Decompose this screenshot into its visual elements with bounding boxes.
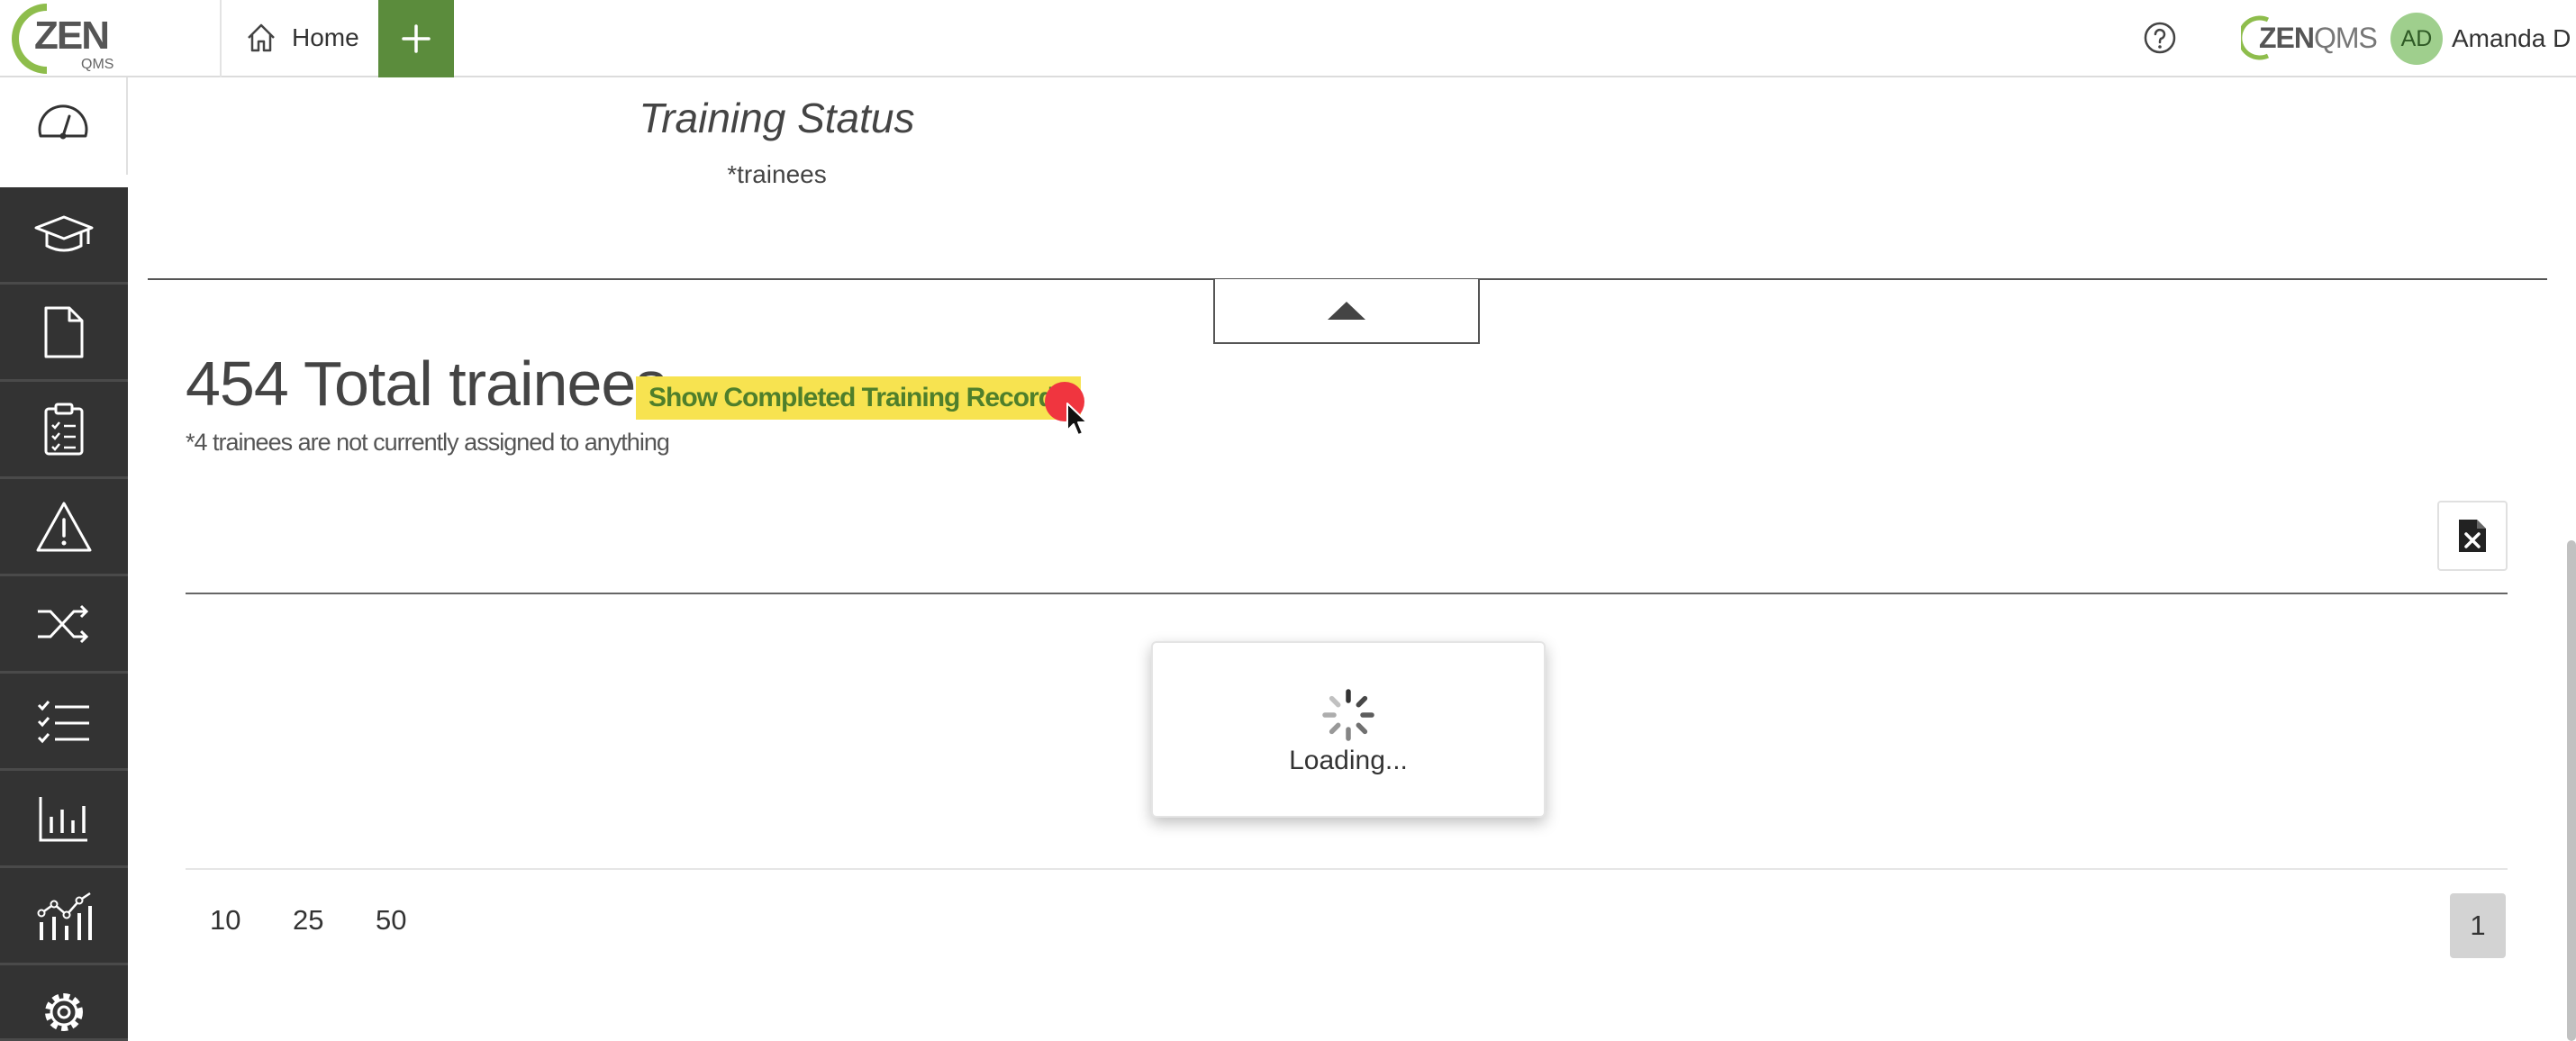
sidebar-item-audits[interactable]: [0, 382, 128, 479]
shuffle-icon: [38, 604, 89, 643]
logo-separator: [220, 0, 222, 77]
logo-text: ZEN: [34, 14, 108, 58]
section-title: Training Status: [639, 95, 915, 141]
plus-icon: [402, 24, 431, 53]
line-bar-chart-icon: [37, 892, 92, 940]
home-icon: [248, 23, 275, 52]
logo-subtext: QMS: [81, 57, 113, 72]
section-subtitle: *trainees: [727, 160, 827, 188]
sidebar-item-documents[interactable]: [0, 285, 128, 382]
table-footer-divider: [186, 868, 2508, 870]
scrollbar-thumb[interactable]: [2567, 540, 2576, 1041]
loading-spinner-icon: [1322, 689, 1374, 741]
brand-logo-small: ZEN QMS: [2241, 14, 2378, 61]
help-icon[interactable]: [2142, 20, 2178, 56]
excel-file-icon: [2459, 520, 2486, 552]
home-tab[interactable]: Home: [243, 0, 359, 76]
page-size-option[interactable]: 50: [376, 904, 406, 937]
sidebar-item-reports[interactable]: [0, 771, 128, 868]
sidebar-item-training[interactable]: [0, 187, 128, 285]
top-bar: ZEN QMS Home ZEN QMS AD Amanda D: [0, 0, 2576, 77]
sidebar-item-change-control[interactable]: [0, 576, 128, 674]
brand-text-bold: ZEN: [2259, 21, 2315, 54]
collapse-toggle-button[interactable]: [1213, 279, 1480, 344]
brand-text-light: QMS: [2314, 21, 2378, 54]
home-label: Home: [292, 23, 359, 51]
pagination-page-button[interactable]: 1: [2450, 893, 2506, 958]
sidebar-item-checklists[interactable]: [0, 674, 128, 771]
loading-text: Loading...: [1289, 746, 1408, 775]
sidebar-item-risks[interactable]: [0, 479, 128, 576]
user-avatar[interactable]: AD: [2390, 13, 2443, 65]
zenqms-logo[interactable]: ZEN QMS: [11, 0, 119, 76]
export-excel-button[interactable]: [2437, 501, 2508, 571]
sidebar-item-dashboard[interactable]: [0, 77, 128, 175]
sidebar: [0, 77, 128, 1041]
total-trainees-title: 454 Total trainees: [186, 349, 667, 419]
gauge-icon: [38, 104, 88, 140]
page-size-option[interactable]: 10: [210, 904, 240, 937]
checklist-icon: [37, 700, 89, 743]
page-size-option[interactable]: 25: [293, 904, 323, 937]
table-header-divider: [186, 593, 2508, 594]
sidebar-item-analytics[interactable]: [0, 868, 128, 965]
graduation-cap-icon: [34, 215, 94, 251]
document-icon: [44, 306, 84, 358]
bar-chart-icon: [39, 796, 87, 841]
clipboard-checklist-icon: [44, 403, 84, 455]
gear-icon: [45, 993, 83, 1031]
caret-up-icon: [1328, 302, 1365, 320]
add-new-button[interactable]: [378, 0, 454, 77]
unassigned-trainees-note: *4 trainees are not currently assigned t…: [186, 429, 670, 456]
warning-triangle-icon: [36, 502, 92, 551]
show-completed-records-button[interactable]: Show Completed Training Records: [636, 376, 1081, 420]
sidebar-item-settings[interactable]: [0, 965, 128, 1041]
user-name[interactable]: Amanda D: [2452, 0, 2571, 77]
mouse-cursor-icon: [1066, 403, 1088, 436]
loading-indicator: Loading...: [1151, 641, 1546, 818]
